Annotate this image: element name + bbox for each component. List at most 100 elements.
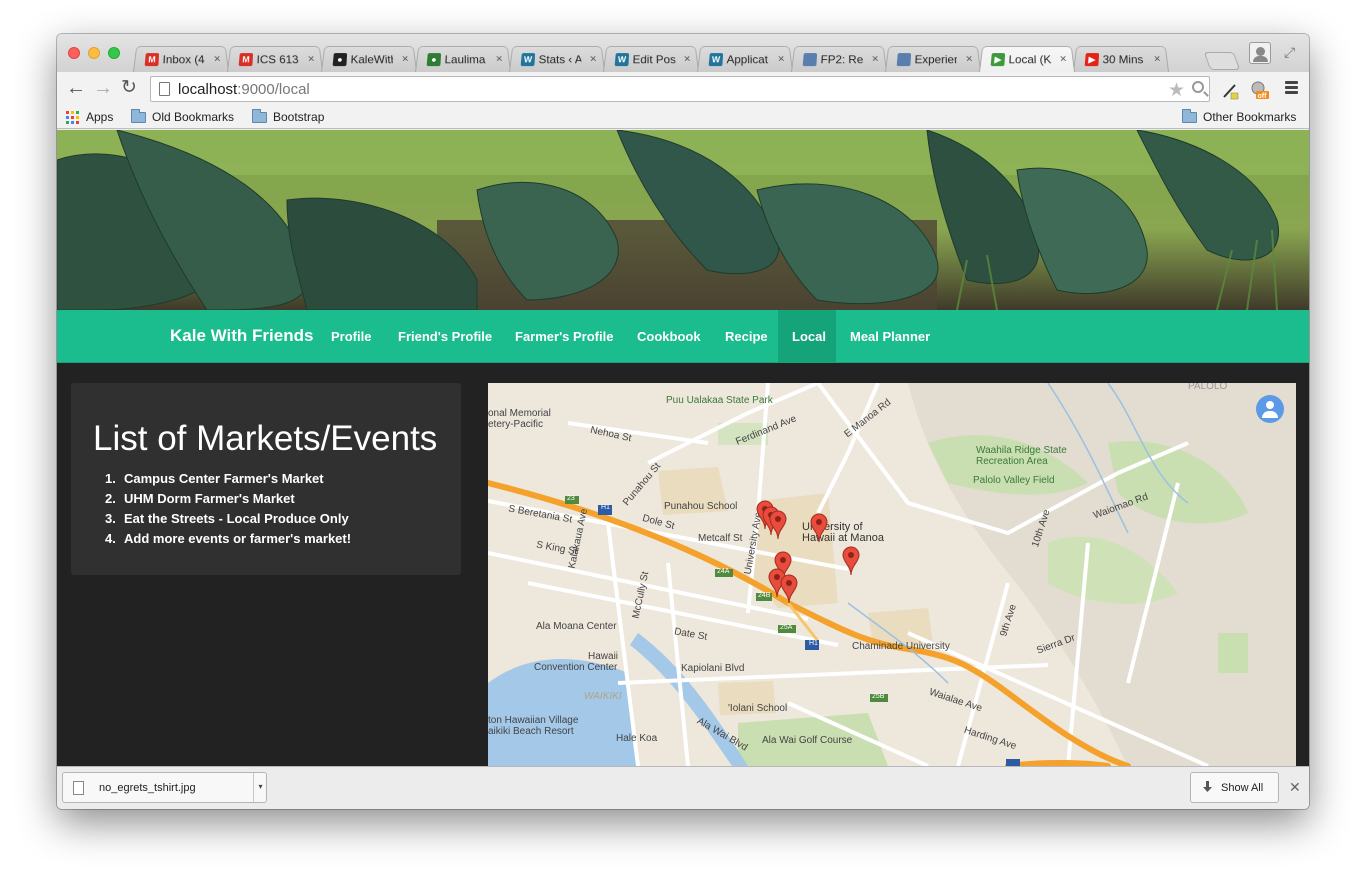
map-shield-23: 23: [567, 495, 575, 502]
map-shield-24a: 24A: [717, 568, 730, 575]
list-item: 1. Campus Center Farmer's Market: [105, 469, 351, 489]
list-item-number: 4.: [105, 531, 116, 546]
url-text[interactable]: localhost:9000/local: [178, 81, 310, 98]
close-tab-icon[interactable]: ×: [1059, 52, 1067, 65]
nav-profile[interactable]: Profile: [317, 310, 385, 363]
nav-local-label: Local: [792, 329, 826, 344]
browser-tab[interactable]: M Inbox (4 ×: [133, 46, 229, 72]
map-label-hilton-village: ton Hawaiian Village: [488, 715, 579, 726]
show-all-label: Show All: [1221, 782, 1264, 794]
map-label-memorial: onal Memorial: [488, 408, 551, 419]
nav-recipe[interactable]: Recipe: [711, 310, 782, 363]
close-tab-icon[interactable]: ×: [589, 52, 597, 65]
show-all-downloads-button[interactable]: Show All: [1190, 772, 1279, 803]
browser-tab[interactable]: M ICS 613 ×: [227, 46, 323, 72]
nav-local[interactable]: Local: [778, 310, 836, 363]
map-label-ala-moana: Ala Moana Center: [536, 621, 617, 632]
tab-content: M Inbox (4 ×: [144, 51, 223, 68]
search-icon[interactable]: [1192, 81, 1204, 93]
zoom-window-button[interactable]: [108, 47, 120, 59]
close-tab-icon[interactable]: ×: [401, 52, 409, 65]
brand-link[interactable]: Kale With Friends: [170, 326, 313, 346]
nav-friends-profile-label: Friend's Profile: [398, 329, 493, 344]
map-marker[interactable]: [842, 546, 860, 576]
close-tab-icon[interactable]: ×: [495, 52, 503, 65]
map-label-chaminade: Chaminade University: [852, 641, 950, 652]
bookmark-other-label: Other Bookmarks: [1203, 110, 1297, 124]
map-account-button[interactable]: [1256, 395, 1284, 423]
list-item-text: Add more events or farmer's market!: [124, 531, 352, 546]
map-marker[interactable]: [769, 510, 787, 540]
nav-friends-profile[interactable]: Friend's Profile: [384, 310, 506, 363]
nav-profile-label: Profile: [331, 329, 372, 344]
download-menu-button[interactable]: ▾: [253, 773, 267, 802]
menu-icon[interactable]: [1285, 81, 1298, 95]
tabs: M Inbox (4 × M ICS 613 × ● KaleWith × ● Laulima × W S…: [133, 44, 1169, 72]
eyedropper-icon[interactable]: [1220, 80, 1240, 100]
map-shield-25b: 25B: [872, 693, 885, 700]
forward-button[interactable]: →: [93, 78, 113, 98]
list-item-text: UHM Dorm Farmer's Market: [124, 491, 295, 506]
map-marker[interactable]: [810, 513, 828, 543]
tab-strip: M Inbox (4 × M ICS 613 × ● KaleWith × ● Laulima × W S…: [57, 34, 1309, 72]
tab-title: Stats ‹ A: [538, 53, 582, 67]
browser-tab[interactable]: W Edit Post ×: [603, 46, 699, 72]
close-window-button[interactable]: [68, 47, 80, 59]
close-tab-icon[interactable]: ×: [307, 52, 315, 65]
map-marker[interactable]: [780, 574, 798, 604]
browser-tab[interactable]: W Stats ‹ A ×: [509, 46, 605, 72]
close-tab-icon[interactable]: ×: [777, 52, 785, 65]
close-shelf-button[interactable]: ✕: [1289, 779, 1301, 796]
bookmark-apps[interactable]: Apps: [66, 109, 113, 125]
reload-button[interactable]: ↻: [121, 78, 137, 98]
close-tab-icon[interactable]: ×: [965, 52, 973, 65]
bookmark-bootstrap[interactable]: Bootstrap: [252, 108, 324, 125]
tab-title: Experien: [914, 53, 958, 67]
tab-title: FP2: Refl: [820, 53, 864, 67]
browser-tab[interactable]: FP2: Refl ×: [791, 46, 887, 72]
close-tab-icon[interactable]: ×: [213, 52, 221, 65]
bookmark-star-icon[interactable]: ★: [1168, 79, 1185, 102]
browser-tab[interactable]: ▶ 30 Mins ×: [1073, 46, 1169, 72]
nav-farmers-profile[interactable]: Farmer's Profile: [501, 310, 627, 363]
minimize-window-button[interactable]: [88, 47, 100, 59]
nav-cookbook[interactable]: Cookbook: [623, 310, 715, 363]
map-label-cemetery: etery-Pacific: [488, 419, 544, 430]
play-icon: ▶: [990, 53, 1006, 67]
desktop: M Inbox (4 × M ICS 613 × ● KaleWith × ● Laulima × W S…: [0, 0, 1366, 888]
browser-tab[interactable]: W Applicat ×: [697, 46, 793, 72]
list-item: 2. UHM Dorm Farmer's Market: [105, 489, 351, 509]
address-bar[interactable]: localhost:9000/local ★: [150, 76, 1210, 102]
tab-title: Edit Post: [632, 53, 676, 67]
close-tab-icon[interactable]: ×: [683, 52, 691, 65]
close-tab-icon[interactable]: ×: [1153, 52, 1161, 65]
tab-content: M ICS 613 ×: [238, 51, 317, 68]
profile-button[interactable]: [1249, 42, 1271, 64]
browser-tab[interactable]: ● Laulima ×: [415, 46, 511, 72]
new-tab-button[interactable]: [1203, 52, 1241, 70]
extension-off-icon[interactable]: off: [1249, 80, 1269, 100]
bookmark-other-bookmarks[interactable]: Other Bookmarks: [1182, 108, 1297, 125]
markets-panel: List of Markets/Events 1. Campus Center F…: [71, 383, 461, 575]
youtube-icon: ▶: [1084, 53, 1100, 67]
map-label-metcalf: Metcalf St: [698, 533, 743, 544]
browser-tab[interactable]: ▶ Local (Ka ×: [979, 46, 1075, 72]
download-item[interactable]: no_egrets_tshirt.jpg ▾: [62, 772, 267, 803]
bookmark-old-bookmarks[interactable]: Old Bookmarks: [131, 108, 234, 125]
back-button[interactable]: ←: [66, 78, 86, 98]
gmail-icon: M: [144, 53, 160, 67]
nav-recipe-label: Recipe: [725, 329, 768, 344]
google-map[interactable]: Puu Ualakaa State Park onal Memorial ete…: [488, 383, 1296, 766]
nav-meal-planner[interactable]: Meal Planner: [836, 310, 944, 363]
close-tab-icon[interactable]: ×: [871, 52, 879, 65]
browser-tab[interactable]: ● KaleWith ×: [321, 46, 417, 72]
map-label-palolo: PALOLO: [1188, 383, 1228, 392]
apps-grid-icon: [66, 110, 79, 124]
person-icon: [1256, 47, 1265, 56]
list-item-text: Campus Center Farmer's Market: [124, 471, 324, 486]
fullscreen-icon[interactable]: ⤢: [1284, 44, 1295, 61]
page-icon: [159, 82, 170, 96]
browser-tab[interactable]: Experien ×: [885, 46, 981, 72]
map-label-puu-ualakaa: Puu Ualakaa State Park: [666, 395, 773, 406]
browser-toolbar: ← → ↻ localhost:9000/local ★ off: [57, 72, 1309, 106]
